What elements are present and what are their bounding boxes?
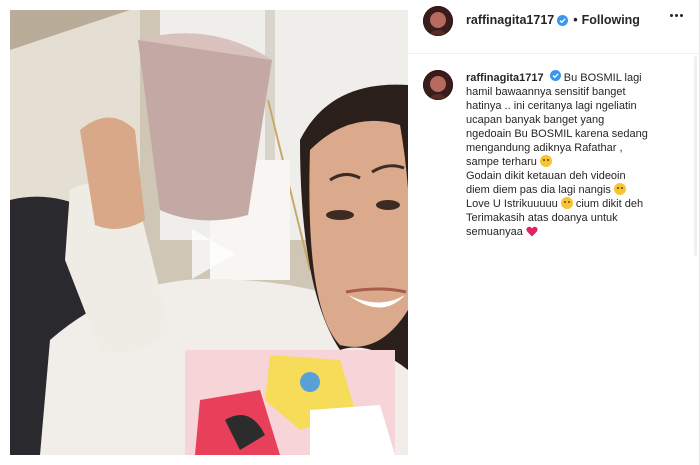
more-options-icon[interactable] xyxy=(670,14,688,20)
post-side-panel: raffinagita1717 • Following raffinagita1… xyxy=(408,0,700,465)
caption-line: Terimakasih atas doanya untuk xyxy=(466,212,618,224)
caption-line: hamil bawaannya sensitif banget xyxy=(466,86,626,98)
red-heart-icon xyxy=(526,226,538,237)
caption-line: ngedoain Bu BOSMIL karena sedang xyxy=(466,128,648,140)
caption-line-text: semuanyaa xyxy=(466,226,523,238)
caption-line-with-emoji: Love U Istrikuuuuu cium dikit deh xyxy=(466,197,686,211)
verified-badge-icon xyxy=(549,70,561,81)
caption-avatar[interactable] xyxy=(423,70,453,100)
caption-line-with-emoji: sampe terharu xyxy=(466,155,686,169)
instagram-post-window: raffinagita1717 • Following raffinagita1… xyxy=(0,0,700,465)
following-button[interactable]: Following xyxy=(582,13,640,27)
post-author: raffinagita1717 • Following xyxy=(466,13,640,27)
caption-line-with-emoji: semuanyaa xyxy=(466,225,686,239)
caption-username-link[interactable]: raffinagita1717 xyxy=(466,72,544,84)
kiss-emoji-icon xyxy=(560,197,573,209)
verified-badge-icon xyxy=(557,14,569,26)
caption-line-text: Love U Istrikuuuuu xyxy=(466,198,558,210)
teary-smile-emoji-icon xyxy=(540,155,552,167)
caption-first-line: raffinagita1717 Bu BOSMIL lagi xyxy=(466,70,686,85)
caption-line: ucapan banyak banget yang xyxy=(466,114,605,126)
caption-line-with-emoji: diem diem pas dia lagi nangis xyxy=(466,183,686,197)
caption-line: Bu BOSMIL lagi xyxy=(563,72,642,84)
username-link[interactable]: raffinagita1717 xyxy=(466,13,554,27)
separator-dot: • xyxy=(573,13,578,27)
laughing-emoji-icon xyxy=(613,183,626,195)
post-caption: raffinagita1717 Bu BOSMIL lagi hamil baw… xyxy=(466,70,686,239)
avatar[interactable] xyxy=(423,6,453,36)
caption-line: mengandung adiknya Rafathar , xyxy=(466,142,623,154)
caption-line-text: diem diem pas dia lagi nangis xyxy=(466,184,611,196)
play-icon[interactable] xyxy=(188,226,238,282)
caption-scrollbar[interactable] xyxy=(694,56,697,256)
caption-line-text: sampe terharu xyxy=(466,156,537,168)
caption-line: Godain dikit ketauan deh videoin xyxy=(466,170,626,182)
post-header: raffinagita1717 • Following xyxy=(408,0,700,54)
caption-line-text: cium dikit deh xyxy=(575,198,644,210)
post-video[interactable] xyxy=(10,10,408,455)
caption-line: hatinya .. ini ceritanya lagi ngeliatin xyxy=(466,100,637,112)
